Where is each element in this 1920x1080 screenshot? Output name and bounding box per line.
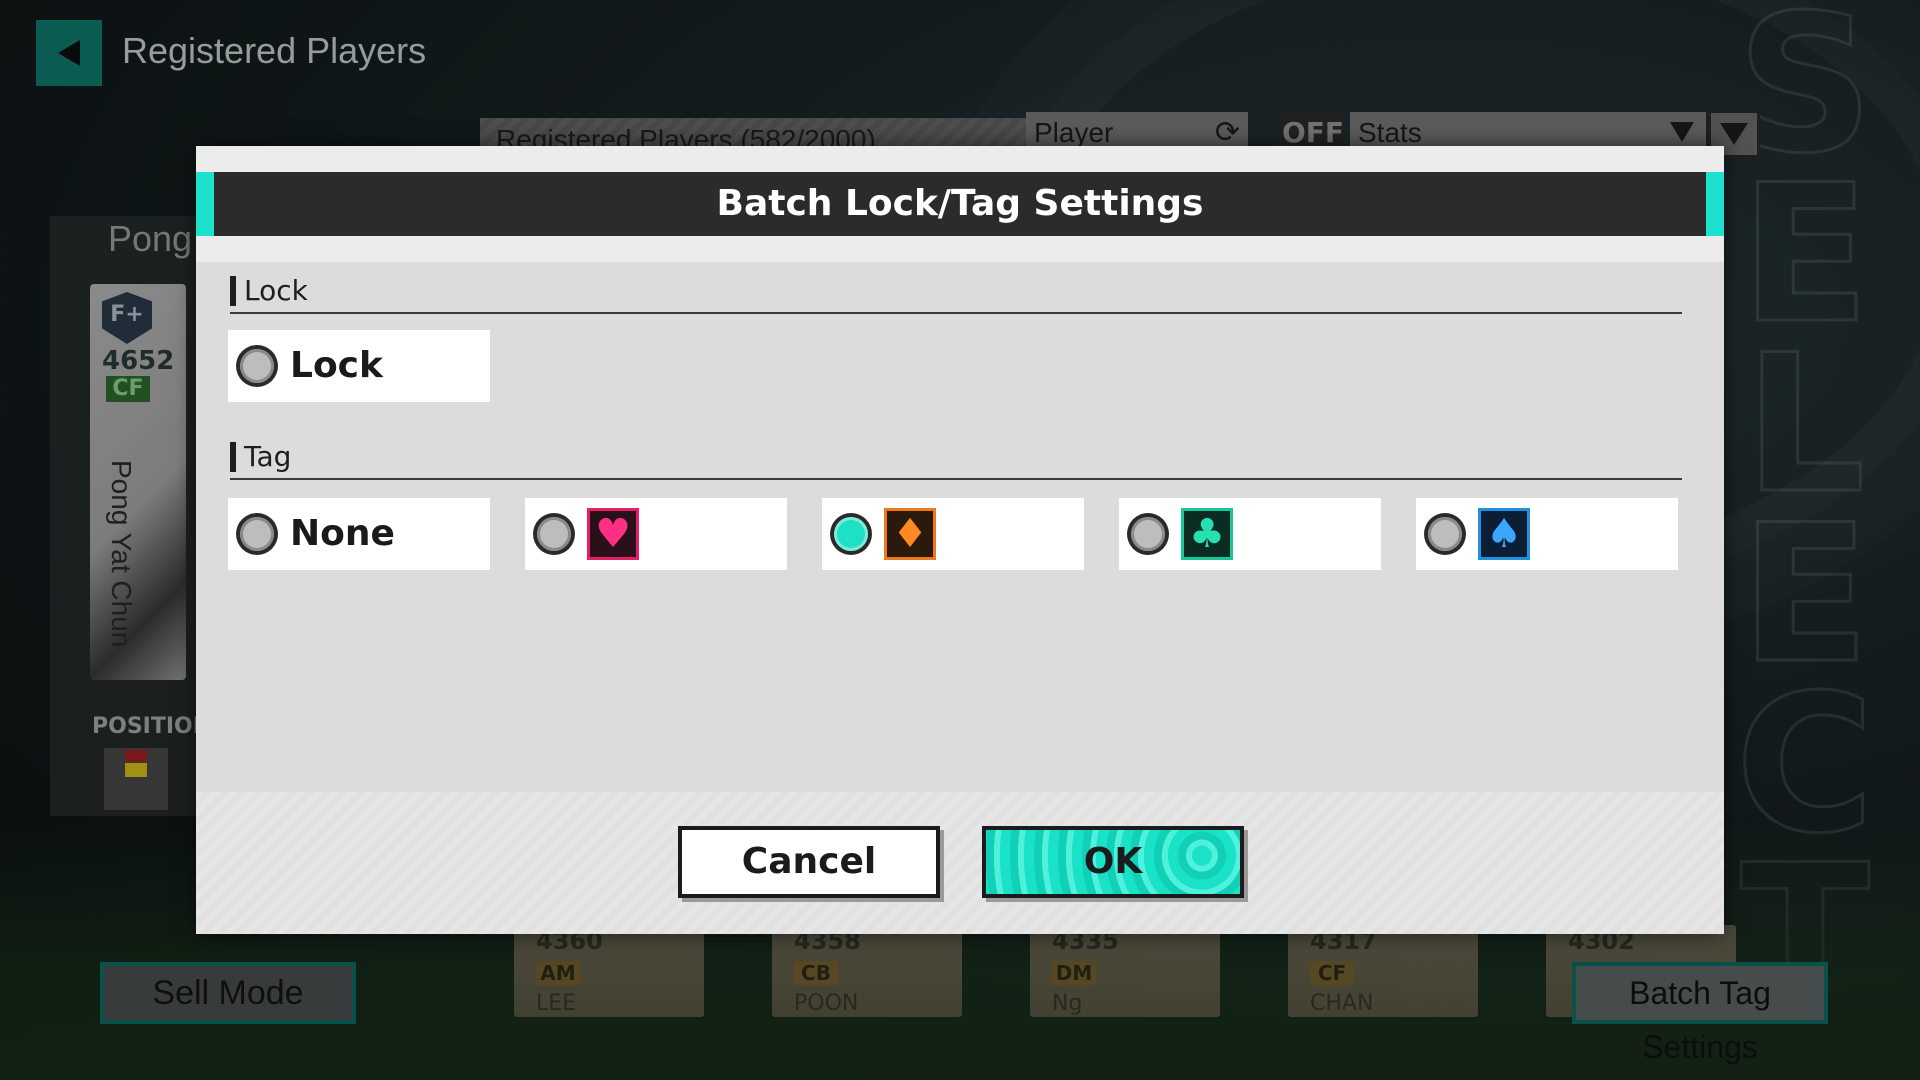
lock-section-label: Lock (230, 276, 308, 306)
diamond-icon: ♦ (884, 508, 936, 560)
tag-spade-radio[interactable] (1424, 513, 1466, 555)
cancel-button[interactable]: Cancel (678, 826, 940, 898)
dialog-top-strip (196, 146, 1724, 172)
tag-option-club[interactable]: ♣ (1119, 498, 1381, 570)
dialog-header: Batch Lock/Tag Settings (196, 172, 1724, 236)
dialog-band (196, 236, 1724, 262)
tag-option-none[interactable]: None (228, 498, 490, 570)
batch-lock-tag-dialog: Batch Lock/Tag Settings Lock Lock Tag No… (196, 146, 1724, 934)
tag-none-label: None (290, 513, 395, 554)
tag-option-spade[interactable]: ♠ (1416, 498, 1678, 570)
tag-section-label: Tag (230, 442, 291, 472)
spade-icon: ♠ (1478, 508, 1530, 560)
lock-section-rule (230, 312, 1682, 314)
tag-section-rule (230, 478, 1682, 480)
tag-option-heart[interactable]: ♥ (525, 498, 787, 570)
tag-option-diamond[interactable]: ♦ (822, 498, 1084, 570)
tag-none-radio[interactable] (236, 513, 278, 555)
tag-heart-radio[interactable] (533, 513, 575, 555)
lock-option[interactable]: Lock (228, 330, 490, 402)
club-icon: ♣ (1181, 508, 1233, 560)
lock-option-label: Lock (290, 345, 383, 386)
dialog-footer (196, 792, 1724, 934)
dialog-title: Batch Lock/Tag Settings (716, 183, 1204, 224)
tag-diamond-radio[interactable] (830, 513, 872, 555)
lock-radio[interactable] (236, 345, 278, 387)
tag-club-radio[interactable] (1127, 513, 1169, 555)
ok-button[interactable]: OK (982, 826, 1244, 898)
heart-icon: ♥ (587, 508, 639, 560)
